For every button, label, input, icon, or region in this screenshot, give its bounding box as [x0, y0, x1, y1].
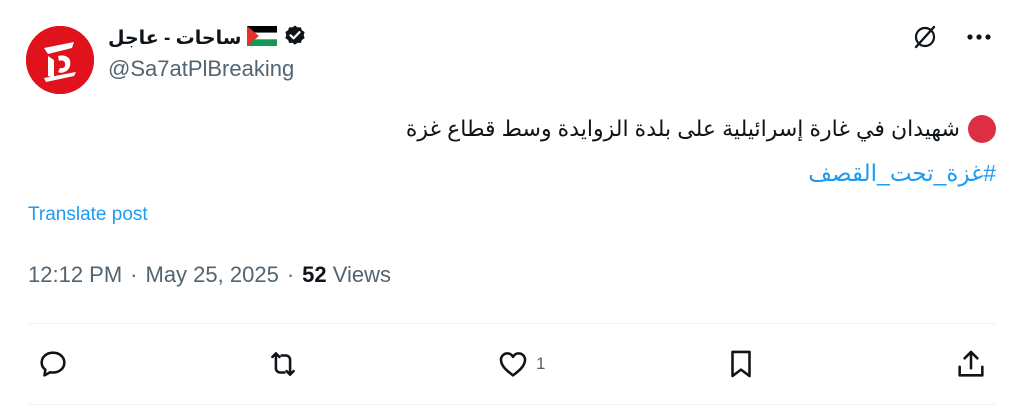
- display-name[interactable]: ساحات - عاجل: [108, 27, 241, 50]
- divider: [28, 323, 996, 324]
- avatar-logo-icon: [26, 26, 94, 94]
- tweet-body: شهيدان في غارة إسرائيلية على بلدة الزواي…: [405, 116, 960, 141]
- tweet-time[interactable]: 12:12 PM: [28, 262, 122, 288]
- views[interactable]: 52 Views: [302, 262, 391, 288]
- meta-separator: ·: [130, 262, 138, 287]
- bookmark-icon: [731, 350, 751, 378]
- like-count: 1: [536, 354, 546, 373]
- views-label: Views: [332, 262, 392, 287]
- more-icon[interactable]: [964, 22, 994, 52]
- author-name-row: ساحات - عاجل: [108, 24, 307, 52]
- account-handle[interactable]: @Sa7atPlBreaking: [108, 56, 294, 82]
- reply-icon: [40, 351, 66, 377]
- repost-button[interactable]: [266, 345, 300, 383]
- verified-badge-icon: [283, 24, 307, 53]
- divider: [28, 404, 996, 405]
- palestine-flag-icon: [247, 25, 278, 51]
- reply-button[interactable]: [36, 345, 70, 383]
- like-icon: [499, 352, 527, 377]
- bookmark-button[interactable]: [724, 345, 758, 383]
- grok-icon[interactable]: [910, 22, 940, 52]
- tweet-text: شهيدان في غارة إسرائيلية على بلدة الزواي…: [296, 114, 996, 144]
- share-button[interactable]: [954, 345, 988, 383]
- tweet-top-actions: [910, 22, 994, 52]
- hashtag-link[interactable]: #غزة_تحت_القصف: [808, 160, 996, 187]
- share-icon: [958, 350, 984, 377]
- red-circle-emoji-icon: [968, 115, 996, 143]
- tweet-meta: 12:12 PM · May 25, 2025 · 52 Views: [28, 262, 391, 288]
- views-count: 52: [302, 262, 327, 287]
- repost-icon: [271, 352, 295, 376]
- tweet-date[interactable]: May 25, 2025: [146, 262, 279, 288]
- meta-separator: ·: [286, 262, 295, 287]
- avatar[interactable]: [26, 26, 94, 94]
- like-button[interactable]: 1: [496, 345, 545, 383]
- translate-post-link[interactable]: Translate post: [28, 204, 148, 226]
